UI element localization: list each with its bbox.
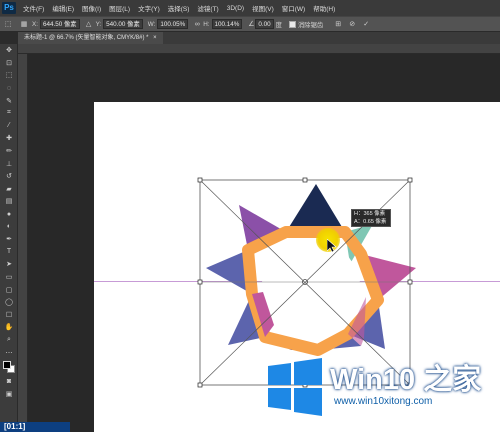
- tab-document[interactable]: 未标题-1 @ 66.7% (矢量智能对象, CMYK/8#) * ×: [18, 32, 163, 44]
- handle-tl: [197, 177, 203, 183]
- menu-edit[interactable]: 编辑(E): [48, 3, 78, 13]
- warp-icon[interactable]: ⊞: [334, 20, 342, 28]
- quick-select-tool-icon[interactable]: ✎: [0, 94, 18, 107]
- menu-window[interactable]: 窗口(W): [278, 3, 309, 13]
- x-field[interactable]: X: 644.50 像素: [32, 19, 80, 29]
- mouse-cursor-icon: [327, 239, 337, 253]
- menu-3d[interactable]: 3D(D): [223, 5, 248, 12]
- handle-ml: [197, 279, 203, 285]
- lasso-tool-icon[interactable]: ◌: [0, 82, 18, 95]
- handle-tr: [407, 177, 413, 183]
- marquee-tool-icon[interactable]: ⬚: [0, 69, 18, 82]
- rectangle-tool-icon[interactable]: ▭: [0, 271, 18, 284]
- antialias-checkbox[interactable]: [288, 20, 296, 28]
- menu-view[interactable]: 视图(V): [248, 3, 278, 13]
- clone-stamp-tool-icon[interactable]: ⊥: [0, 157, 18, 170]
- healing-brush-tool-icon[interactable]: ✚: [0, 132, 18, 145]
- menu-help[interactable]: 帮助(H): [309, 3, 339, 13]
- y-field[interactable]: Y: 540.00 像素: [96, 19, 143, 29]
- zoom-tool-icon[interactable]: ⌕: [0, 334, 18, 347]
- menu-type[interactable]: 文字(Y): [134, 3, 164, 13]
- eyedropper-tool-icon[interactable]: ⁄: [0, 120, 18, 133]
- h-field[interactable]: H: 100.14%: [203, 19, 243, 29]
- menu-select[interactable]: 选择(S): [164, 3, 194, 13]
- shape-tool-icon[interactable]: ▢: [0, 283, 18, 296]
- watermark-url: www.win10xitong.com: [334, 396, 433, 407]
- angle-icon: ∠: [248, 21, 255, 28]
- handle-tm: [302, 177, 308, 183]
- eraser-tool-icon[interactable]: ▰: [0, 183, 18, 196]
- foreground-color-swatch[interactable]: [3, 360, 11, 369]
- menu-image[interactable]: 图像(I): [78, 3, 105, 13]
- delta-icon[interactable]: △: [85, 20, 93, 28]
- gradient-tool-icon[interactable]: ▤: [0, 195, 18, 208]
- artboard-tool-icon[interactable]: ⊡: [0, 57, 18, 70]
- vertical-ruler[interactable]: [18, 54, 28, 432]
- history-brush-tool-icon[interactable]: ↺: [0, 170, 18, 183]
- brush-tool-icon[interactable]: ✏: [0, 145, 18, 158]
- path-select-tool-icon[interactable]: ➤: [0, 258, 18, 271]
- commit-transform-icon[interactable]: ✓: [362, 20, 370, 28]
- transform-tooltip: H：365 像素 A：0.65 像素: [351, 209, 391, 227]
- horizontal-ruler[interactable]: [18, 44, 500, 54]
- menu-filter[interactable]: 滤镜(T): [193, 3, 222, 13]
- reference-point-icon[interactable]: ▦: [20, 20, 28, 28]
- type-tool-icon[interactable]: T: [0, 246, 18, 259]
- hand-tool-icon[interactable]: ✋: [0, 321, 18, 334]
- menu-file[interactable]: 文件(F): [19, 3, 48, 13]
- tab-close-icon[interactable]: ×: [153, 35, 157, 41]
- crop-tool-icon[interactable]: ⌗: [0, 107, 18, 120]
- pen-tool-icon[interactable]: ✒: [0, 233, 18, 246]
- screen-mode-icon[interactable]: ▣: [0, 387, 18, 400]
- custom-shape-tool-icon[interactable]: ☐: [0, 308, 18, 321]
- menu-layer[interactable]: 图层(L): [105, 3, 134, 13]
- angle-field[interactable]: ∠ 0.00 度: [247, 19, 284, 29]
- handle-mr: [407, 279, 413, 285]
- watermark-title: Win10 之家: [330, 364, 482, 396]
- tools-panel: ✥ ⊡ ⬚ ◌ ✎ ⌗ ⁄ ✚ ✏ ⊥ ↺ ▰ ▤ ● ◐ ✒ T ➤ ▭ ▢ …: [0, 44, 18, 432]
- handle-bl: [197, 382, 203, 388]
- document-tab-bar: 未标题-1 @ 66.7% (矢量智能对象, CMYK/8#) * ×: [18, 32, 500, 44]
- corner-badge: [01:1]: [0, 422, 70, 432]
- dodge-tool-icon[interactable]: ◐: [0, 220, 18, 233]
- transform-tool-icon[interactable]: ⬚: [4, 20, 12, 28]
- blur-tool-icon[interactable]: ●: [0, 208, 18, 221]
- move-tool-icon[interactable]: ✥: [0, 44, 18, 57]
- photoshop-logo[interactable]: Ps: [2, 2, 16, 14]
- triangle-top: [286, 184, 345, 232]
- ellipse-tool-icon[interactable]: ◯: [0, 296, 18, 309]
- menu-bar: Ps 文件(F) 编辑(E) 图像(I) 图层(L) 文字(Y) 选择(S) 滤…: [0, 0, 500, 16]
- w-field[interactable]: W: 100.05%: [148, 19, 189, 29]
- watermark: Win10 之家 www.win10xitong.com: [262, 352, 500, 426]
- windows-logo-icon: [268, 358, 322, 416]
- link-icon[interactable]: ∞: [193, 21, 201, 28]
- more-tools-icon[interactable]: ⋯: [0, 346, 18, 359]
- color-swatches[interactable]: [0, 359, 17, 375]
- quick-mask-icon[interactable]: ◙: [0, 375, 18, 388]
- cancel-transform-icon[interactable]: ⊘: [348, 20, 356, 28]
- options-bar: ⬚ ▦ X: 644.50 像素 △ Y: 540.00 像素 W: 100.0…: [0, 16, 500, 32]
- interpolation-option[interactable]: 消除锯齿: [288, 20, 323, 29]
